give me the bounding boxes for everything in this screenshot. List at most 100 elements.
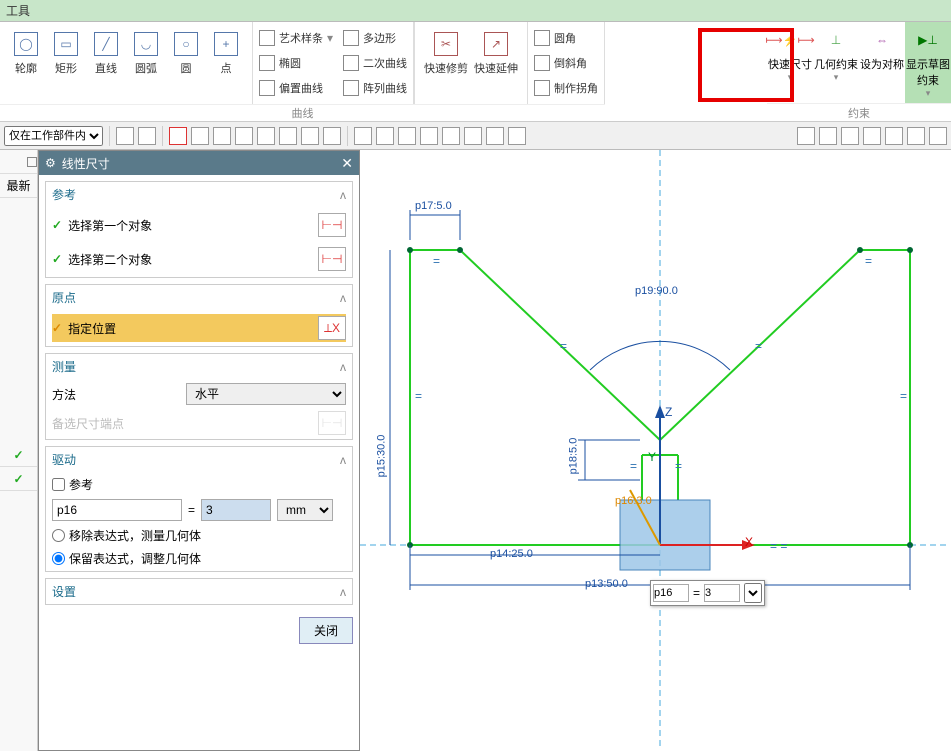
tb-icon[interactable] (376, 127, 394, 145)
left-rail: 最新 ✓ ✓ (0, 150, 38, 751)
rail-check-2: ✓ (0, 467, 37, 491)
dialog-titlebar[interactable]: ⚙ 线性尺寸 ✕ (39, 151, 359, 175)
make-corner-button[interactable]: 制作拐角 (534, 75, 598, 100)
svg-text:=: = (865, 254, 872, 268)
float-eq: = (693, 586, 700, 600)
tb-icon[interactable] (191, 127, 209, 145)
point-button[interactable]: +点 (206, 26, 246, 100)
quick-extend-button[interactable]: ↗快速延伸 (471, 26, 521, 100)
section-settings-header[interactable]: 设置ʌ (46, 579, 352, 604)
reference-checkbox-label: 参考 (69, 476, 93, 493)
dim-p13[interactable]: p13:50.0 (585, 578, 628, 590)
section-reference-header[interactable]: 参考ʌ (46, 182, 352, 207)
sketch-canvas[interactable]: = = = = = = = = = = p17:5.0 p19:90.0 p18… (360, 150, 951, 751)
tb-icon[interactable] (508, 127, 526, 145)
tb-icon[interactable] (116, 127, 134, 145)
remove-expr-label: 移除表达式，测量几何体 (69, 527, 201, 544)
fillet-button[interactable]: 圆角 (534, 26, 598, 51)
unit-select[interactable]: mm (277, 499, 333, 521)
section-origin-header[interactable]: 原点ʌ (46, 285, 352, 310)
polygon-button[interactable]: 多边形 (343, 26, 407, 51)
title-text: 工具 (6, 2, 30, 19)
conic-button[interactable]: 二次曲线 (343, 51, 407, 76)
ellipse-button[interactable]: 椭圆 (259, 51, 333, 76)
section-origin: 原点ʌ ✓指定位置 ⟂X (45, 284, 353, 347)
tb-icon[interactable] (929, 127, 947, 145)
tb-icon[interactable] (398, 127, 416, 145)
dim-p15[interactable]: p15:30.0 (375, 435, 387, 478)
close-icon[interactable]: ✕ (341, 155, 353, 172)
dialog-title-text: 线性尺寸 (62, 155, 110, 172)
quick-trim-button[interactable]: ✂快速修剪 (421, 26, 471, 100)
rail-tab-blank[interactable] (0, 150, 37, 174)
tb-icon[interactable] (138, 127, 156, 145)
float-unit-select[interactable] (744, 583, 762, 603)
method-label: 方法 (52, 386, 76, 403)
geometric-constraint-button[interactable]: ⊥几何约束▾ (813, 22, 859, 103)
expr-value-input[interactable] (201, 499, 271, 521)
select-first-object-button[interactable]: ⊢⊣ (318, 213, 346, 237)
ribbon: ◯轮廓 ▭矩形 ╱直线 ◡圆弧 ○圆 +点 艺术样条▾ 椭圆 偏置曲线 多边形 … (0, 22, 951, 122)
svg-text:=: = (433, 254, 440, 268)
section-drive-header[interactable]: 驱动ʌ (46, 447, 352, 472)
tb-icon[interactable] (169, 127, 187, 145)
tb-icon[interactable] (279, 127, 297, 145)
dim-p17[interactable]: p17:5.0 (415, 200, 452, 212)
rapid-dimension-button[interactable]: ⟼⚡⟼快速尺寸▾ (767, 22, 813, 103)
rail-tab-recent[interactable]: 最新 (0, 174, 37, 198)
offset-curve-button[interactable]: 偏置曲线 (259, 75, 333, 100)
section-measure-header[interactable]: 测量ʌ (46, 354, 352, 379)
z-axis-label: Z (665, 405, 672, 419)
select-second-object-label: 选择第二个对象 (68, 251, 152, 268)
floating-dimension-input[interactable]: = (650, 580, 765, 606)
tb-icon[interactable] (797, 127, 815, 145)
tb-icon[interactable] (885, 127, 903, 145)
float-name-input[interactable] (653, 584, 689, 602)
tb-icon[interactable] (301, 127, 319, 145)
pattern-curve-button[interactable]: 阵列曲线 (343, 75, 407, 100)
arc-button[interactable]: ◡圆弧 (126, 26, 166, 100)
select-second-object-button[interactable]: ⊢⊣ (318, 247, 346, 271)
tb-icon[interactable] (235, 127, 253, 145)
x-axis-label: X (745, 535, 753, 549)
expr-name-input[interactable] (52, 499, 182, 521)
line-button[interactable]: ╱直线 (86, 26, 126, 100)
tb-icon[interactable] (420, 127, 438, 145)
tb-icon[interactable] (863, 127, 881, 145)
tb-icon[interactable] (323, 127, 341, 145)
dim-p18[interactable]: p18:5.0 (567, 438, 579, 475)
keep-expr-radio[interactable] (52, 552, 65, 565)
scope-select[interactable]: 仅在工作部件内 (4, 126, 103, 146)
svg-text:=: = (560, 339, 567, 353)
secondary-toolbar: 仅在工作部件内 (0, 122, 951, 150)
spline-button[interactable]: 艺术样条▾ (259, 26, 333, 51)
close-button[interactable]: 关闭 (299, 617, 353, 644)
tb-icon[interactable] (464, 127, 482, 145)
tb-icon[interactable] (819, 127, 837, 145)
dim-p16[interactable]: p16:3.0 (615, 495, 652, 507)
circle-button[interactable]: ○圆 (166, 26, 206, 100)
specify-location-button[interactable]: ⟂X (318, 316, 346, 340)
tb-icon[interactable] (841, 127, 859, 145)
profile-button[interactable]: ◯轮廓 (6, 26, 46, 100)
method-select[interactable]: 水平 (186, 383, 346, 405)
tb-icon[interactable] (486, 127, 504, 145)
alt-endpoint-button: ⊢⊣ (318, 411, 346, 435)
dim-p19[interactable]: p19:90.0 (635, 285, 678, 297)
dim-p14[interactable]: p14:25.0 (490, 548, 533, 560)
svg-text:=: = (755, 339, 762, 353)
tb-icon[interactable] (354, 127, 372, 145)
chamfer-button[interactable]: 倒斜角 (534, 51, 598, 76)
rectangle-button[interactable]: ▭矩形 (46, 26, 86, 100)
tb-icon[interactable] (213, 127, 231, 145)
remove-expr-radio[interactable] (52, 529, 65, 542)
tb-icon[interactable] (907, 127, 925, 145)
show-sketch-constraints-button[interactable]: ▶⊥显示草图约束▾ (905, 22, 951, 103)
float-value-input[interactable] (704, 584, 740, 602)
tb-icon[interactable] (257, 127, 275, 145)
alt-endpoint-label: 备选尺寸端点 (52, 415, 124, 432)
tb-icon[interactable] (442, 127, 460, 145)
reference-checkbox[interactable] (52, 478, 65, 491)
make-symmetric-button[interactable]: ⇔设为对称 (859, 22, 905, 103)
keep-expr-label: 保留表达式，调整几何体 (69, 550, 201, 567)
